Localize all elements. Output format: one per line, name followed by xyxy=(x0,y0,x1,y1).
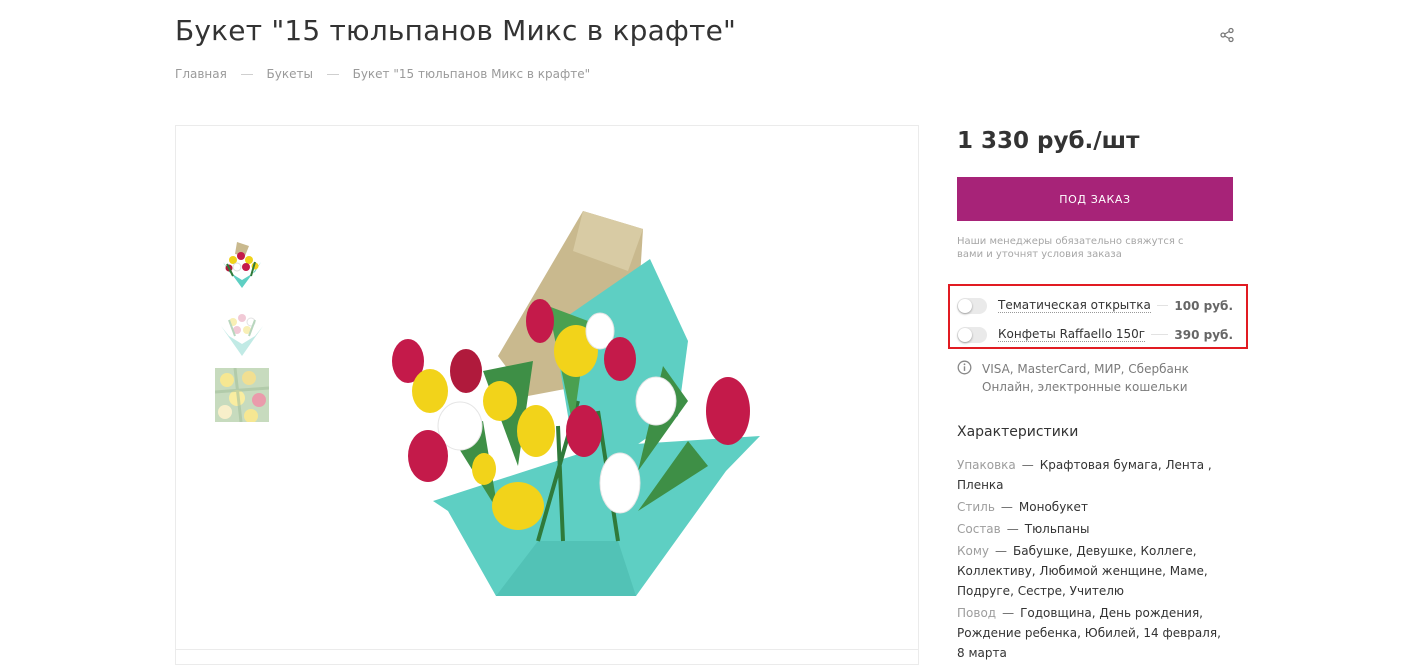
product-price: 1 330 руб./шт xyxy=(957,128,1140,154)
breadcrumb-home[interactable]: Главная xyxy=(175,67,227,81)
characteristic-dash: — xyxy=(1002,606,1015,620)
page-title: Букет "15 тюльпанов Микс в крафте" xyxy=(175,14,737,47)
characteristic-value: Годовщина, День рождения, Рождение ребен… xyxy=(957,606,1221,660)
characteristic-key: Упаковка xyxy=(957,458,1016,472)
toggle-knob xyxy=(958,327,972,342)
addon-leader-line xyxy=(1156,305,1169,306)
toggle-knob xyxy=(958,298,972,313)
addon-toggle-candy[interactable] xyxy=(957,326,987,343)
thumbnail-list xyxy=(214,236,270,434)
thumbnail-3[interactable] xyxy=(214,367,270,423)
characteristic-value: Монобукет xyxy=(1018,500,1088,514)
order-button[interactable]: ПОД ЗАКАЗ xyxy=(957,177,1233,221)
thumbnail-2[interactable] xyxy=(215,302,269,356)
addon-options: Тематическая открытка 100 руб. Конфеты R… xyxy=(957,291,1233,349)
gallery-divider xyxy=(176,649,918,650)
characteristic-dash: — xyxy=(1000,500,1013,514)
addon-price-card: 100 руб. xyxy=(1174,298,1233,313)
addon-label-candy[interactable]: Конфеты Raffaello 150г xyxy=(998,327,1146,342)
characteristics-list: Упаковка — Крафтовая бумага, Лента , Пленк… xyxy=(957,455,1222,665)
characteristics-title: Характеристики xyxy=(957,424,1079,440)
characteristic-row: Стиль — Монобукет xyxy=(957,497,1222,517)
payment-info: VISA, MasterCard, МИР, Сбербанк Онлайн, … xyxy=(957,360,1197,396)
breadcrumb-separator xyxy=(326,74,339,75)
payment-methods-text: VISA, MasterCard, МИР, Сбербанк Онлайн, … xyxy=(982,362,1189,394)
share-icon[interactable] xyxy=(1219,27,1235,43)
breadcrumb: Главная Букеты Букет "15 тюльпанов Микс … xyxy=(175,67,590,81)
characteristic-key: Кому xyxy=(957,544,990,558)
thumbnail-1[interactable] xyxy=(215,236,269,290)
info-icon xyxy=(957,360,972,375)
breadcrumb-separator xyxy=(240,74,253,75)
characteristic-dash: — xyxy=(1021,458,1034,472)
addon-leader-line xyxy=(1151,334,1169,335)
order-note: Наши менеджеры обязательно свяжутся с ва… xyxy=(957,236,1184,260)
product-main-image xyxy=(392,211,760,596)
characteristic-row: Состав — Тюльпаны xyxy=(957,519,1222,539)
characteristic-value: Тюльпаны xyxy=(1024,522,1090,536)
addon-option-card: Тематическая открытка 100 руб. xyxy=(957,291,1233,320)
addon-price-candy: 390 руб. xyxy=(1174,327,1233,342)
addon-label-card[interactable]: Тематическая открытка xyxy=(998,298,1151,313)
characteristic-key: Состав xyxy=(957,522,1001,536)
product-gallery xyxy=(175,125,919,665)
breadcrumb-current: Букет "15 тюльпанов Микс в крафте" xyxy=(352,67,591,81)
addon-option-candy: Конфеты Raffaello 150г 390 руб. xyxy=(957,320,1233,349)
characteristic-row: Упаковка — Крафтовая бумага, Лента , Пленк… xyxy=(957,455,1222,495)
characteristic-key: Стиль xyxy=(957,500,995,514)
characteristic-dash: — xyxy=(1006,522,1019,536)
characteristic-dash: — xyxy=(995,544,1008,558)
breadcrumb-bouquets[interactable]: Букеты xyxy=(267,67,313,81)
characteristic-row: Повод — Годовщина, День рождения, Рождение… xyxy=(957,603,1222,663)
addon-toggle-card[interactable] xyxy=(957,297,987,314)
characteristic-key: Повод xyxy=(957,606,997,620)
characteristic-row: Кому — Бабушке, Девушке, Коллеге, Коллекти… xyxy=(957,541,1222,601)
